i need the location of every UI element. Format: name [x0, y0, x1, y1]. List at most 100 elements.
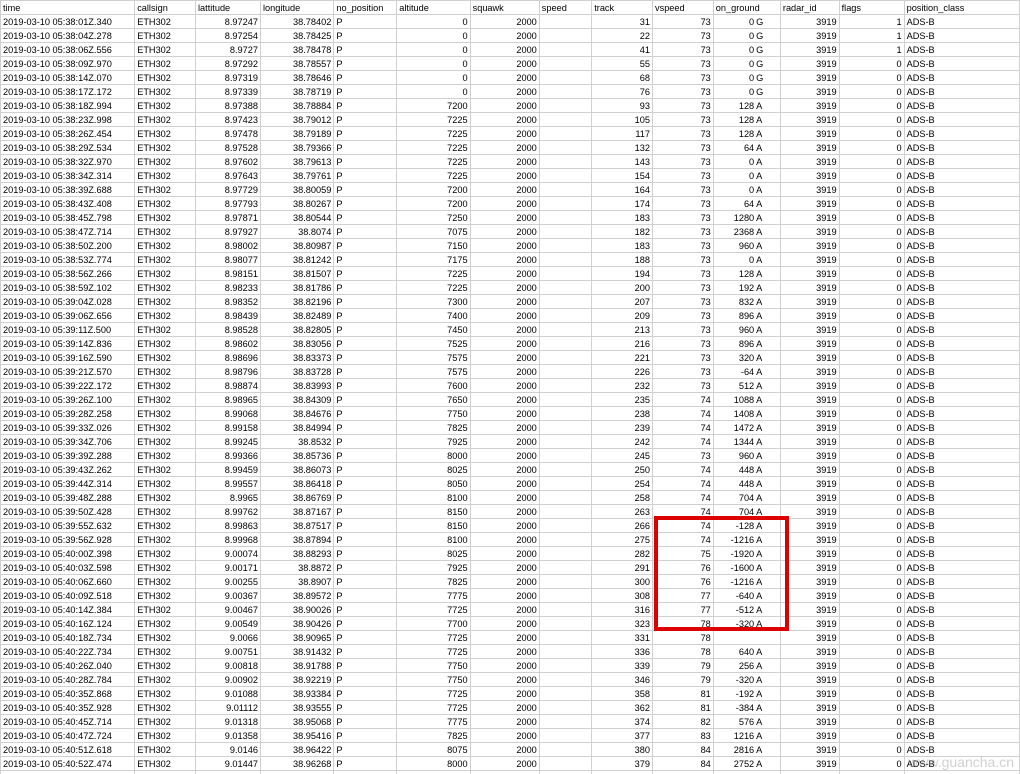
table-row[interactable]: 2019-03-10 05:39:48Z.288ETH3028.996538.8… — [1, 491, 1020, 505]
table-row[interactable]: 2019-03-10 05:38:56Z.266ETH3028.9815138.… — [1, 267, 1020, 281]
cell-lat: 9.01517 — [195, 771, 260, 774]
table-row[interactable]: 2019-03-10 05:39:28Z.258ETH3028.9906838.… — [1, 407, 1020, 421]
table-row[interactable]: 2019-03-10 05:39:04Z.028ETH3028.9835238.… — [1, 295, 1020, 309]
table-row[interactable]: 2019-03-10 05:39:06Z.656ETH3028.9843938.… — [1, 309, 1020, 323]
table-row[interactable]: 2019-03-10 05:40:16Z.124ETH3029.0054938.… — [1, 617, 1020, 631]
table-row[interactable]: 2019-03-10 05:39:33Z.026ETH3028.9915838.… — [1, 421, 1020, 435]
table-row[interactable]: 2019-03-10 05:40:22Z.734ETH3029.0075138.… — [1, 645, 1020, 659]
table-row[interactable]: 2019-03-10 05:40:09Z.518ETH3029.0036738.… — [1, 589, 1020, 603]
table-row[interactable]: 2019-03-10 05:38:53Z.774ETH3028.9807738.… — [1, 253, 1020, 267]
col-header-longitude[interactable]: longitude — [260, 1, 333, 15]
col-header-callsign[interactable]: callsign — [135, 1, 196, 15]
cell-lon: 38.95068 — [260, 715, 333, 729]
table-row[interactable]: 2019-03-10 05:39:34Z.706ETH3028.9924538.… — [1, 435, 1020, 449]
table-row[interactable]: 2019-03-10 05:39:11Z.500ETH3028.9852838.… — [1, 323, 1020, 337]
table-row[interactable]: 2019-03-10 05:38:47Z.714ETH3028.9792738.… — [1, 225, 1020, 239]
table-row[interactable]: 2019-03-10 05:39:44Z.314ETH3028.9955738.… — [1, 477, 1020, 491]
table-row[interactable]: 2019-03-10 05:38:59Z.102ETH3028.9823338.… — [1, 281, 1020, 295]
col-header-on_ground[interactable]: on_ground — [713, 1, 780, 15]
cell-on-ground: 128A — [713, 267, 780, 281]
col-header-lattitude[interactable]: lattitude — [195, 1, 260, 15]
table-row[interactable]: 2019-03-10 05:40:26Z.040ETH3029.0081838.… — [1, 659, 1020, 673]
cell-flags: 1 — [839, 43, 904, 57]
table-row[interactable]: 2019-03-10 05:38:01Z.340ETH3028.9724738.… — [1, 15, 1020, 29]
table-row[interactable]: 2019-03-10 05:38:06Z.556ETH3028.972738.7… — [1, 43, 1020, 57]
cell-lon: 38.8532 — [260, 435, 333, 449]
col-header-radar_id[interactable]: radar_id — [780, 1, 839, 15]
cell-flags: 0 — [839, 99, 904, 113]
table-row[interactable]: 2019-03-10 05:38:50Z.200ETH3028.9800238.… — [1, 239, 1020, 253]
table-row[interactable]: 2019-03-10 05:38:14Z.070ETH3028.9731938.… — [1, 71, 1020, 85]
col-header-squawk[interactable]: squawk — [470, 1, 539, 15]
cell-np: P — [334, 393, 397, 407]
col-header-speed[interactable]: speed — [539, 1, 591, 15]
cell-np: P — [334, 337, 397, 351]
table-row[interactable]: 2019-03-10 05:39:55Z.632ETH3028.9986338.… — [1, 519, 1020, 533]
col-header-position_class[interactable]: position_class — [904, 1, 1019, 15]
table-row[interactable]: 2019-03-10 05:40:28Z.784ETH3029.0090238.… — [1, 673, 1020, 687]
table-row[interactable]: 2019-03-10 05:39:50Z.428ETH3028.9976238.… — [1, 505, 1020, 519]
cell-callsign: ETH302 — [135, 547, 196, 561]
table-row[interactable]: 2019-03-10 05:38:39Z.688ETH3028.9772938.… — [1, 183, 1020, 197]
col-header-flags[interactable]: flags — [839, 1, 904, 15]
cell-rid: 3919 — [780, 449, 839, 463]
table-row[interactable]: 2019-03-10 05:38:32Z.970ETH3028.9760238.… — [1, 155, 1020, 169]
cell-sq: 2000 — [470, 71, 539, 85]
cell-on-ground: -512A — [713, 603, 780, 617]
table-row[interactable]: 2019-03-10 05:40:55Z.720ETH3029.0151738.… — [1, 771, 1020, 774]
table-row[interactable]: 2019-03-10 05:38:45Z.798ETH3028.9787138.… — [1, 211, 1020, 225]
table-row[interactable]: 2019-03-10 05:38:04Z.278ETH3028.9725438.… — [1, 29, 1020, 43]
cell-rid: 3919 — [780, 533, 839, 547]
cell-pc: ADS-B — [904, 267, 1019, 281]
cell-sq: 2000 — [470, 141, 539, 155]
table-row[interactable]: 2019-03-10 05:39:39Z.288ETH3028.9936638.… — [1, 449, 1020, 463]
table-row[interactable]: 2019-03-10 05:38:09Z.970ETH3028.9729238.… — [1, 57, 1020, 71]
cell-time: 2019-03-10 05:38:45Z.798 — [1, 211, 135, 225]
col-header-time[interactable]: time — [1, 1, 135, 15]
cell-tr: 182 — [592, 225, 653, 239]
table-row[interactable]: 2019-03-10 05:39:14Z.836ETH3028.9860238.… — [1, 337, 1020, 351]
table-row[interactable]: 2019-03-10 05:39:22Z.172ETH3028.9887438.… — [1, 379, 1020, 393]
cell-np: P — [334, 155, 397, 169]
col-header-no_position[interactable]: no_position — [334, 1, 397, 15]
cell-on-ground: 2368A — [713, 225, 780, 239]
cell-alt: 7725 — [397, 631, 470, 645]
table-row[interactable]: 2019-03-10 05:40:00Z.398ETH3029.0007438.… — [1, 547, 1020, 561]
table-row[interactable]: 2019-03-10 05:40:45Z.714ETH3029.0131838.… — [1, 715, 1020, 729]
table-row[interactable]: 2019-03-10 05:40:35Z.928ETH3029.0111238.… — [1, 701, 1020, 715]
cell-vs: 73 — [653, 127, 714, 141]
table-row[interactable]: 2019-03-10 05:38:23Z.998ETH3028.9742338.… — [1, 113, 1020, 127]
table-row[interactable]: 2019-03-10 05:40:51Z.618ETH3029.014638.9… — [1, 743, 1020, 757]
cell-np: P — [334, 323, 397, 337]
table-row[interactable]: 2019-03-10 05:39:16Z.590ETH3028.9869638.… — [1, 351, 1020, 365]
table-row[interactable]: 2019-03-10 05:39:56Z.928ETH3028.9996838.… — [1, 533, 1020, 547]
cell-on-ground: 64A — [713, 141, 780, 155]
table-row[interactable]: 2019-03-10 05:38:26Z.454ETH3028.9747838.… — [1, 127, 1020, 141]
col-header-track[interactable]: track — [592, 1, 653, 15]
table-row[interactable]: 2019-03-10 05:40:35Z.868ETH3029.0108838.… — [1, 687, 1020, 701]
table-row[interactable]: 2019-03-10 05:40:03Z.598ETH3029.0017138.… — [1, 561, 1020, 575]
table-row[interactable]: 2019-03-10 05:40:18Z.734ETH3029.006638.9… — [1, 631, 1020, 645]
table-row[interactable]: 2019-03-10 05:38:34Z.314ETH3028.9764338.… — [1, 169, 1020, 183]
table-row[interactable]: 2019-03-10 05:38:43Z.408ETH3028.9779338.… — [1, 197, 1020, 211]
cell-rid: 3919 — [780, 407, 839, 421]
table-row[interactable]: 2019-03-10 05:38:18Z.994ETH3028.9738838.… — [1, 99, 1020, 113]
cell-sq: 2000 — [470, 673, 539, 687]
cell-lon: 38.82805 — [260, 323, 333, 337]
table-row[interactable]: 2019-03-10 05:38:17Z.172ETH3028.9733938.… — [1, 85, 1020, 99]
table-row[interactable]: 2019-03-10 05:38:29Z.534ETH3028.9752838.… — [1, 141, 1020, 155]
cell-alt: 7175 — [397, 253, 470, 267]
cell-np: P — [334, 533, 397, 547]
table-row[interactable]: 2019-03-10 05:40:52Z.474ETH3029.0144738.… — [1, 757, 1020, 771]
table-row[interactable]: 2019-03-10 05:39:21Z.570ETH3028.9879638.… — [1, 365, 1020, 379]
col-header-vspeed[interactable]: vspeed — [653, 1, 714, 15]
table-row[interactable]: 2019-03-10 05:39:43Z.262ETH3028.9945938.… — [1, 463, 1020, 477]
table-row[interactable]: 2019-03-10 05:40:06Z.660ETH3029.0025538.… — [1, 575, 1020, 589]
table-row[interactable]: 2019-03-10 05:40:14Z.384ETH3029.0046738.… — [1, 603, 1020, 617]
cell-flags: 0 — [839, 561, 904, 575]
table-row[interactable]: 2019-03-10 05:39:26Z.100ETH3028.9896538.… — [1, 393, 1020, 407]
col-header-altitude[interactable]: altitude — [397, 1, 470, 15]
cell-callsign: ETH302 — [135, 701, 196, 715]
cell-vs: 76 — [653, 561, 714, 575]
table-row[interactable]: 2019-03-10 05:40:47Z.724ETH3029.0135838.… — [1, 729, 1020, 743]
